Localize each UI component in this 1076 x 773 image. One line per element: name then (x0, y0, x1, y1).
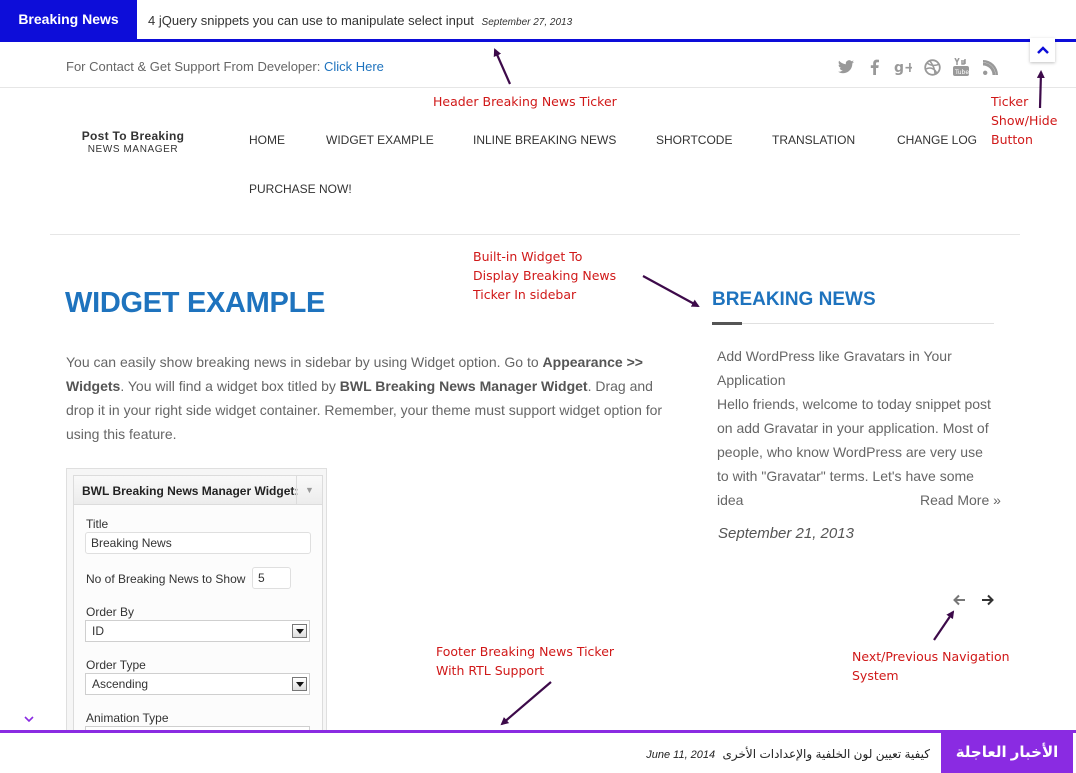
read-more-link[interactable]: Read More » (920, 488, 1001, 512)
svg-text:Tube: Tube (954, 69, 969, 76)
top-bar: For Contact & Get Support From Developer… (0, 45, 1076, 88)
dropdown-arrow-icon (292, 677, 307, 691)
dropdown-arrow-icon (292, 624, 307, 638)
widget-order-type-value: Ascending (92, 677, 149, 691)
annotation-navigation: Next/Previous Navigation System (852, 649, 1010, 683)
nav-change-log[interactable]: CHANGE LOG (897, 133, 977, 147)
caret-down-icon[interactable]: ▼ (296, 476, 322, 504)
header-divider (50, 234, 1020, 235)
widget-panel-title: BWL Breaking News Manager Widget: (82, 484, 299, 498)
widget-animation-label: Animation Type (86, 711, 169, 725)
header-breaking-news-ticker: Breaking News 4 jQuery snippets you can … (0, 0, 1076, 42)
header-ticker-date: September 27, 2013 (481, 17, 573, 28)
intro-paragraph: You can easily show breaking news in sid… (66, 350, 681, 446)
twitter-icon[interactable] (836, 57, 856, 77)
nav-inline-breaking-news[interactable]: INLINE BREAKING NEWS (473, 133, 616, 147)
rss-icon[interactable] (980, 57, 1000, 77)
footer-ticker-item[interactable]: كيفية تعيين لون الخلفية والإعدادات الأخر… (646, 733, 930, 773)
widget-panel-body: Title Breaking News No of Breaking News … (73, 505, 323, 737)
widget-count-field[interactable]: 5 (252, 567, 291, 589)
logo-line-1: Post To Breaking (81, 129, 185, 143)
sidebar-news-date: September 21, 2013 (718, 525, 854, 542)
youtube-icon[interactable]: Tube (951, 57, 971, 77)
widget-title-label: Title (86, 517, 109, 531)
nav-purchase-now[interactable]: PURCHASE NOW! (249, 182, 352, 196)
footer-breaking-news-ticker: كيفية تعيين لون الخلفية والإعدادات الأخر… (0, 730, 1076, 773)
contact-label: For Contact & Get Support From Developer… (66, 59, 321, 74)
arrow-navigation (933, 610, 955, 641)
sidebar-title-accent (712, 322, 742, 325)
footer-ticker-date: June 11, 2014 (646, 749, 716, 761)
widget-order-type-label: Order Type (86, 658, 146, 672)
arrow-widget (642, 275, 700, 307)
sidebar-title-divider (712, 323, 994, 324)
contact-text: For Contact & Get Support From Developer… (66, 59, 384, 74)
footer-ticker-headline[interactable]: كيفية تعيين لون الخلفية والإعدادات الأخر… (723, 747, 931, 761)
footer-ticker-label: الأخبار العاجلة (941, 733, 1073, 773)
annotation-toggle-button: Ticker Show/Hide Button (991, 94, 1058, 147)
sidebar-news-item: Add WordPress like Gravatars in Your App… (717, 344, 1007, 512)
page-title: WIDGET EXAMPLE (65, 287, 326, 319)
site-logo[interactable]: Post To Breaking NEWS MANAGER (66, 129, 200, 155)
logo-line-2: NEWS MANAGER (87, 144, 179, 155)
google-plus-icon[interactable]: g+ (893, 57, 913, 77)
header-ticker-label: Breaking News (0, 0, 137, 39)
intro-text-2: . You will find a widget box titled by (120, 378, 340, 394)
annotation-footer-ticker: Footer Breaking News Ticker With RTL Sup… (436, 644, 615, 678)
svg-text:g+: g+ (894, 60, 912, 75)
nav-widget-example[interactable]: WIDGET EXAMPLE (326, 133, 434, 147)
widget-count-label: No of Breaking News to Show (86, 572, 246, 586)
prev-arrow-icon[interactable] (951, 592, 967, 608)
annotation-header-ticker: Header Breaking News Ticker (433, 94, 617, 109)
intro-text-1: You can easily show breaking news in sid… (66, 354, 543, 370)
next-arrow-icon[interactable] (979, 592, 995, 608)
intro-bold-2: BWL Breaking News Manager Widget (339, 378, 588, 394)
nav-shortcode[interactable]: SHORTCODE (656, 133, 732, 147)
chevron-down-icon (24, 716, 34, 722)
widget-order-by-value: ID (92, 624, 104, 638)
facebook-icon[interactable] (864, 57, 884, 77)
widget-title-field[interactable]: Breaking News (85, 532, 311, 554)
sidebar-news-title[interactable]: Add WordPress like Gravatars in Your App… (717, 344, 982, 392)
footer-ticker-toggle[interactable] (17, 710, 41, 728)
sidebar-widget-title: BREAKING NEWS (712, 289, 876, 310)
dribbble-icon[interactable] (922, 57, 942, 77)
widget-order-type-select[interactable]: Ascending (85, 673, 310, 695)
contact-link[interactable]: Click Here (324, 59, 384, 74)
widget-order-by-label: Order By (86, 605, 135, 619)
widget-panel-header[interactable]: BWL Breaking News Manager Widget: ▼ (73, 475, 323, 505)
header-ticker-headline[interactable]: 4 jQuery snippets you can use to manipul… (148, 13, 474, 28)
annotation-widget: Built-in Widget To Display Breaking News… (473, 249, 617, 302)
nav-home[interactable]: HOME (249, 133, 285, 147)
arrow-footer-ticker (500, 681, 552, 726)
widget-order-by-select[interactable]: ID (85, 620, 310, 642)
widget-settings-panel: BWL Breaking News Manager Widget: ▼ Titl… (66, 468, 327, 738)
header-ticker-item[interactable]: 4 jQuery snippets you can use to manipul… (148, 0, 572, 39)
nav-translation[interactable]: TRANSLATION (772, 133, 855, 147)
